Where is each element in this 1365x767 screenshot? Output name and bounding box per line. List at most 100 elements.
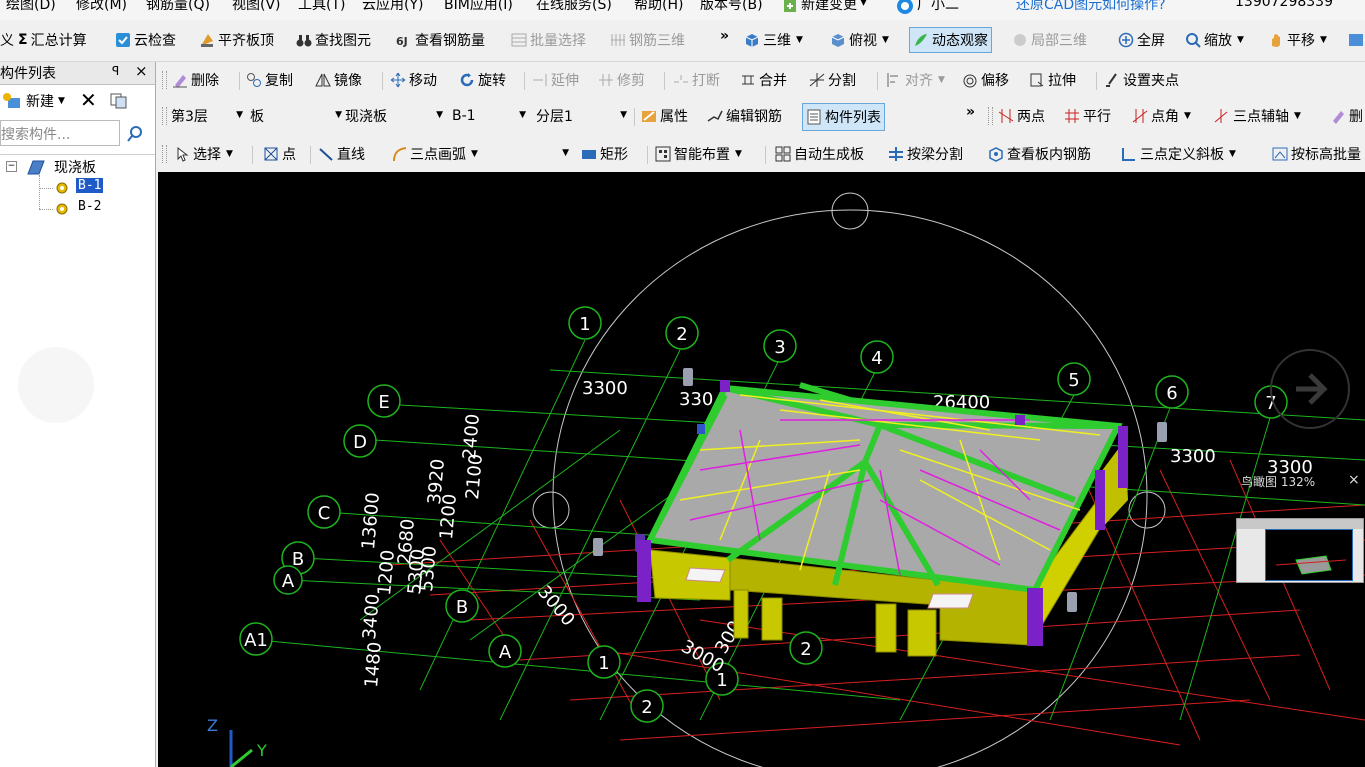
prev-arrow-button[interactable]	[18, 347, 94, 423]
toolbar1-overflow-icon[interactable]	[1348, 28, 1364, 52]
extend-button[interactable]: 延伸	[532, 68, 579, 92]
tree-item-b2[interactable]: B-2	[78, 199, 101, 214]
menu-view[interactable]: 视图(V)	[232, 0, 281, 14]
guang-xiaoer-button[interactable]: 广小二	[896, 0, 959, 15]
two-points-button[interactable]: 两点	[998, 104, 1045, 128]
3d-viewport[interactable]: 1 2 3 4 5 6 7 E D C B A A1 B A 1 2 1 2 3…	[158, 172, 1365, 767]
break-button[interactable]: 打断	[673, 68, 720, 92]
3d-view-button[interactable]: 三维 ▼	[744, 28, 803, 52]
merge-button[interactable]: 合并	[740, 68, 787, 92]
stretch-button[interactable]: 拉伸	[1029, 68, 1076, 92]
trim-button[interactable]: 修剪	[598, 68, 645, 92]
rotate-button[interactable]: 旋转	[459, 68, 506, 92]
tree-collapse-toggle[interactable]: −	[6, 161, 17, 172]
pan-button[interactable]: 平移 ▼	[1268, 28, 1327, 52]
line-button[interactable]: 直线	[318, 142, 365, 166]
rectangle-button[interactable]: 矩形	[581, 142, 628, 166]
close-panel-icon[interactable]: ×	[135, 62, 148, 80]
batch-by-elevation-button[interactable]: 按标高批量	[1272, 142, 1361, 166]
menu-modify[interactable]: 修改(M)	[76, 0, 127, 14]
rotate-icon	[460, 73, 474, 87]
properties-button[interactable]: 属性	[641, 104, 688, 128]
auto-generate-slab-button[interactable]: 自动生成板	[775, 142, 864, 166]
three-point-arc-button[interactable]: 三点画弧 ▼	[391, 142, 478, 166]
account-number[interactable]: 13907298339	[1235, 0, 1333, 10]
component-list-button[interactable]: 构件列表	[802, 103, 885, 131]
tree-root-label[interactable]: 现浇板	[54, 157, 96, 177]
sub-label-2: 2	[800, 639, 811, 660]
set-grip-button[interactable]: 设置夹点	[1104, 68, 1179, 92]
floor-select[interactable]: 第3层 ▼	[171, 104, 245, 128]
birds-eye-close-icon[interactable]: ×	[1348, 472, 1360, 488]
new-change-button[interactable]: 新建变更 ▾	[782, 0, 867, 14]
birds-eye-navigator[interactable]	[1236, 518, 1364, 583]
align-button[interactable]: 对齐 ▼	[886, 68, 945, 92]
menu-rebar-qty[interactable]: 钢筋量(Q)	[146, 0, 210, 14]
select-button[interactable]: 选择 ▼	[174, 142, 233, 166]
search-icon[interactable]	[126, 125, 144, 143]
toolbar-cut-item[interactable]: 义	[0, 28, 14, 52]
copy-component-icon[interactable]	[110, 93, 128, 109]
new-component-button[interactable]: 新建 ▼	[2, 91, 65, 111]
point-angle-button[interactable]: 点角 ▼	[1132, 104, 1191, 128]
offset-button[interactable]: 偏移	[962, 68, 1009, 92]
view-slab-rebar-button[interactable]: 查看板内钢筋	[988, 142, 1091, 166]
three-point-axis-button[interactable]: 三点辅轴 ▼	[1214, 104, 1301, 128]
batch-select-icon	[511, 33, 527, 47]
menu-version[interactable]: 版本号(B)	[700, 0, 763, 14]
mirror-button[interactable]: 镜像	[315, 68, 362, 92]
building-model[interactable]	[637, 380, 1128, 657]
dynamic-observe-button[interactable]: 动态观察	[909, 27, 992, 53]
model-canvas[interactable]: 1 2 3 4 5 6 7 E D C B A A1 B A 1 2 1 2 3…	[158, 172, 1365, 767]
delete-label: 删除	[191, 73, 219, 89]
menu-help[interactable]: 帮助(H)	[634, 0, 683, 14]
next-arrow-button[interactable]	[1270, 349, 1350, 429]
menu-cloud[interactable]: 云应用(Y)	[362, 0, 423, 14]
toolbar1-more-button[interactable]: »	[720, 24, 729, 48]
menu-draw[interactable]: 绘图(D)	[6, 0, 56, 14]
tree-item-b1[interactable]: B-1	[76, 178, 104, 193]
copy-button[interactable]: 复制	[246, 68, 293, 92]
three-point-slope-button[interactable]: 三点定义斜板 ▼	[1121, 142, 1236, 166]
smart-place-button[interactable]: 智能布置 ▼	[655, 142, 742, 166]
arc-mode-select[interactable]: ▼	[503, 142, 571, 166]
full-screen-button[interactable]: 全屏	[1118, 28, 1165, 52]
find-element-button[interactable]: 查找图元	[296, 28, 371, 52]
view-rebar-qty-button[interactable]: 6J 查看钢筋量	[396, 28, 485, 52]
move-button[interactable]: 移动	[390, 68, 437, 92]
batch-select-button[interactable]: 批量选择	[511, 28, 586, 52]
edit-rebar-button[interactable]: 编辑钢筋	[707, 104, 782, 128]
top-view-button[interactable]: 俯视 ▼	[830, 28, 889, 52]
type-select[interactable]: 板 ▼	[250, 104, 344, 128]
point-icon	[264, 147, 278, 161]
rectangle-label: 矩形	[600, 147, 628, 163]
menu-bim[interactable]: BIM应用(I)	[444, 0, 513, 14]
subtype-select[interactable]: 现浇板 ▼	[345, 104, 445, 128]
toolbar3-more-button[interactable]: »	[966, 100, 975, 124]
menu-online[interactable]: 在线服务(S)	[536, 0, 612, 14]
partial-3d-button[interactable]: 局部三维	[1012, 28, 1087, 52]
navigator-viewport[interactable]	[1265, 529, 1353, 581]
help-link[interactable]: 还原CAD图元如何操作?	[1016, 0, 1166, 14]
align-slab-top-button[interactable]: 平齐板顶	[199, 28, 274, 52]
orbit-handle-left[interactable]	[532, 491, 570, 529]
right-arrow-icon	[1296, 373, 1328, 405]
delete-axis-button[interactable]: 删	[1330, 104, 1363, 128]
rebar-3d-button[interactable]: 钢筋三维	[610, 28, 685, 52]
search-component-input[interactable]: 搜索构件...	[0, 120, 120, 146]
split-by-beam-button[interactable]: 按梁分割	[888, 142, 963, 166]
delete-button[interactable]: 删除	[172, 68, 219, 92]
menu-tools[interactable]: 工具(T)	[298, 0, 345, 14]
component-select[interactable]: B-1 ▼	[452, 104, 528, 128]
cloud-check-button[interactable]: 云检查	[115, 28, 176, 52]
three-point-axis-label: 三点辅轴	[1233, 109, 1289, 125]
delete-component-icon[interactable]: ✕	[80, 88, 97, 112]
pin-icon[interactable]: ꟼ	[112, 64, 119, 78]
zoom-button[interactable]: 缩放 ▼	[1185, 28, 1244, 52]
point-button[interactable]: 点	[263, 142, 296, 166]
summary-calc-button[interactable]: Σ 汇总计算	[18, 28, 87, 52]
parallel-button[interactable]: 平行	[1064, 104, 1111, 128]
layer-select[interactable]: 分层1 ▼	[536, 104, 629, 128]
orbit-handle-top[interactable]	[831, 192, 869, 230]
split-button[interactable]: 分割	[809, 68, 856, 92]
